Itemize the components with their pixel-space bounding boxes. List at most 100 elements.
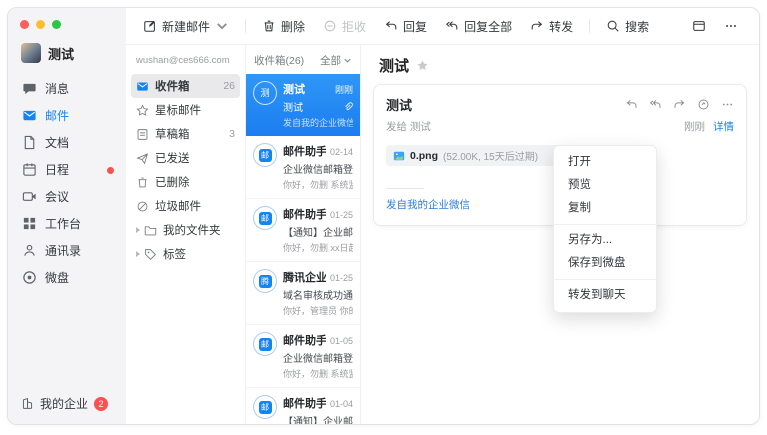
reply-icon bbox=[384, 19, 398, 33]
reply-button[interactable]: 回复 bbox=[377, 14, 434, 39]
menu-item-forward-to-chat[interactable]: 转发到聊天 bbox=[554, 284, 656, 307]
reply-icon[interactable] bbox=[625, 98, 638, 111]
attachment-meta: (52.00K, 15天后过期) bbox=[443, 148, 565, 163]
mail-list-item[interactable]: 腾 腾讯企业邮箱01-25 域名审核成功通知 你好，管理员 你的企业邮箱域名 c bbox=[246, 262, 360, 325]
mail-subject: 【通知】企业邮箱正式启用通知 bbox=[283, 224, 353, 239]
sender-name: 测试 bbox=[283, 81, 305, 97]
mail-toolbar: 新建邮件 删除 拒收 回复 回复全部 转发 bbox=[126, 8, 759, 44]
signature-text: 发自我的企业微信 bbox=[386, 199, 470, 211]
folder-spam[interactable]: 垃圾邮件 bbox=[131, 194, 240, 218]
compose-button[interactable]: 新建邮件 bbox=[136, 14, 236, 39]
sidebar-item-label: 邮件 bbox=[45, 107, 69, 124]
compose-icon bbox=[143, 19, 157, 33]
contacts-icon bbox=[22, 243, 37, 258]
mail-list-item[interactable]: 邮 邮件助手01-25 【通知】企业邮箱正式启用通知 你好，勿删 xx日起，企业… bbox=[246, 199, 360, 262]
mail-time: 刚刚 bbox=[335, 83, 353, 96]
sidebar-item-mail[interactable]: 邮件 bbox=[8, 102, 126, 129]
zoom-window-button[interactable] bbox=[52, 20, 61, 29]
reject-button[interactable]: 拒收 bbox=[316, 14, 373, 39]
sender-name: 腾讯企业邮箱 bbox=[283, 269, 326, 285]
folder-drafts[interactable]: 草稿箱 3 bbox=[131, 122, 240, 146]
forward-button[interactable]: 转发 bbox=[523, 14, 580, 39]
sidebar-item-docs[interactable]: 文档 bbox=[8, 129, 126, 156]
folder-deleted[interactable]: 已删除 bbox=[131, 170, 240, 194]
mail-subject: 企业微信邮箱登录提醒 bbox=[283, 350, 353, 365]
drive-icon bbox=[22, 270, 37, 285]
sidebar-item-drive[interactable]: 微盘 bbox=[8, 264, 126, 291]
folder-label: 已发送 bbox=[155, 150, 229, 166]
mail-list-item[interactable]: 邮 邮件助手01-05 企业微信邮箱登录提醒 你好，勿删 系统监测到你的邮箱账 bbox=[246, 325, 360, 388]
building-icon bbox=[21, 397, 34, 410]
account-row[interactable]: 测试 bbox=[8, 41, 126, 75]
folder-starred[interactable]: 星标邮件 bbox=[131, 98, 240, 122]
menu-item-open[interactable]: 打开 bbox=[554, 151, 656, 174]
send-icon bbox=[136, 152, 149, 165]
mail-time: 01-05 bbox=[330, 336, 353, 346]
detail-link[interactable]: 详情 bbox=[713, 119, 734, 134]
document-icon bbox=[22, 135, 37, 150]
panel-layout-icon bbox=[692, 19, 706, 33]
reply-all-icon[interactable] bbox=[649, 98, 662, 111]
mail-subject: 企业微信邮箱登录提醒 bbox=[283, 161, 353, 176]
folder-my-folders[interactable]: 我的文件夹 bbox=[131, 218, 240, 242]
menu-item-copy[interactable]: 复制 bbox=[554, 197, 656, 220]
mail-list-item[interactable]: 邮 邮件助手02-14 企业微信邮箱登录提醒 你好，勿删 系统监测到你的邮箱账 bbox=[246, 136, 360, 199]
minimize-window-button[interactable] bbox=[36, 20, 45, 29]
list-filter-dropdown[interactable]: 全部 bbox=[320, 53, 352, 68]
mail-list: 收件箱(26) 全部 测 测试刚刚 测试 发自我的企业微信 bbox=[246, 45, 361, 424]
attachment-context-menu: 打开 预览 复制 另存为... 保存到微盘 转发到聊天 bbox=[553, 145, 657, 313]
mail-preview: 你好，勿删 系统监测到你的邮箱账 bbox=[283, 178, 353, 191]
mail-list-item[interactable]: 测 测试刚刚 测试 发自我的企业微信 bbox=[246, 74, 360, 136]
sidebar-item-messages[interactable]: 消息 bbox=[8, 75, 126, 102]
traffic-lights bbox=[8, 18, 126, 41]
trash-icon bbox=[262, 19, 276, 33]
sidebar-item-workbench[interactable]: 工作台 bbox=[8, 210, 126, 237]
sidebar-item-label: 微盘 bbox=[45, 269, 69, 286]
more-button[interactable] bbox=[717, 15, 745, 37]
star-icon bbox=[136, 104, 149, 117]
folder-inbox[interactable]: 收件箱 26 bbox=[131, 74, 240, 98]
close-window-button[interactable] bbox=[20, 20, 29, 29]
notification-dot bbox=[107, 167, 114, 174]
expand-caret-icon[interactable] bbox=[136, 227, 140, 233]
sidebar-item-label: 会议 bbox=[45, 188, 69, 205]
folder-sent[interactable]: 已发送 bbox=[131, 146, 240, 170]
content-area: wushan@ces666.com 收件箱 26 星标邮件 草稿箱 3 bbox=[126, 44, 759, 424]
folder-label: 已删除 bbox=[155, 174, 229, 190]
mail-list-item[interactable]: 邮 邮件助手01-04 【通知】企业邮箱正式启用通知 你好，勿删 xx日起，企业… bbox=[246, 388, 360, 424]
search-button[interactable]: 搜索 bbox=[599, 14, 656, 39]
mail-preview: 你好，管理员 你的企业邮箱域名 c bbox=[283, 304, 353, 317]
chat-icon bbox=[22, 81, 37, 96]
more-icon[interactable] bbox=[721, 98, 734, 111]
chat-forward-icon[interactable] bbox=[697, 98, 710, 111]
mail-subject: 【通知】企业邮箱正式启用通知 bbox=[283, 413, 353, 424]
mail-time: 01-25 bbox=[330, 210, 353, 220]
menu-item-save-as[interactable]: 另存为... bbox=[554, 229, 656, 252]
toolbar-divider bbox=[589, 19, 590, 33]
mail-title: 测试 bbox=[379, 55, 409, 76]
reading-pane: 测试 测试 发给 测试 bbox=[361, 45, 759, 424]
star-icon[interactable] bbox=[416, 59, 429, 72]
folder-label: 草稿箱 bbox=[155, 126, 223, 142]
filter-label: 全部 bbox=[320, 53, 341, 68]
sender-avatar: 测 bbox=[253, 81, 277, 105]
sidebar-item-calendar[interactable]: 日程 bbox=[8, 156, 126, 183]
menu-item-preview[interactable]: 预览 bbox=[554, 174, 656, 197]
delete-button[interactable]: 删除 bbox=[255, 14, 312, 39]
expand-caret-icon[interactable] bbox=[136, 251, 140, 257]
sidebar-item-meeting[interactable]: 会议 bbox=[8, 183, 126, 210]
folder-tags[interactable]: 标签 bbox=[131, 242, 240, 266]
sidebar-item-contacts[interactable]: 通讯录 bbox=[8, 237, 126, 264]
trash-icon bbox=[136, 176, 149, 189]
menu-divider bbox=[554, 224, 656, 225]
sender-name: 邮件助手 bbox=[283, 143, 326, 159]
reply-all-button[interactable]: 回复全部 bbox=[438, 14, 519, 39]
card-time: 刚刚 bbox=[684, 119, 705, 134]
layout-toggle-button[interactable] bbox=[685, 15, 713, 37]
search-label: 搜索 bbox=[625, 18, 649, 35]
forward-icon[interactable] bbox=[673, 98, 686, 111]
folder-label: 垃圾邮件 bbox=[155, 198, 229, 214]
my-company-row[interactable]: 我的企业 2 bbox=[21, 395, 108, 412]
tag-icon bbox=[144, 248, 157, 261]
menu-item-save-to-drive[interactable]: 保存到微盘 bbox=[554, 252, 656, 275]
